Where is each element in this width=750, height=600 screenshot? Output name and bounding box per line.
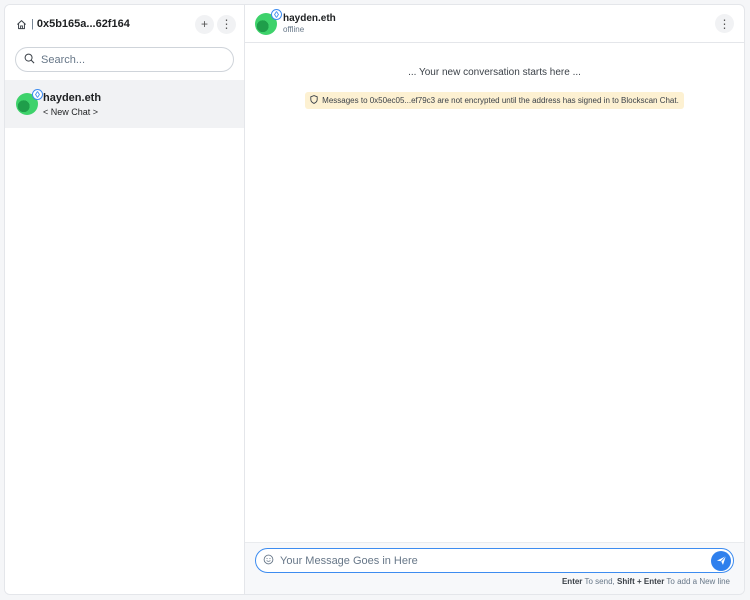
emoji-icon[interactable] (263, 552, 274, 570)
peer-status: offline (283, 25, 305, 34)
ens-badge-icon (271, 8, 282, 20)
sidebar-header: | 0x5b165a...62f164 + ⋮ (5, 5, 244, 43)
peer-info: hayden.eth offline (283, 13, 706, 34)
chat-list-item[interactable]: hayden.eth < New Chat > (5, 80, 244, 128)
peer-avatar (255, 8, 282, 35)
conversation-header: hayden.eth offline ⋮ (245, 5, 744, 43)
shield-icon (310, 95, 318, 106)
search-input[interactable] (41, 53, 225, 66)
sidebar-menu-button[interactable]: ⋮ (217, 14, 236, 34)
search-container (5, 43, 244, 80)
message-input-row (255, 548, 734, 573)
hint-shift-enter-key: Shift + Enter (616, 577, 665, 586)
hint-newline-text: To add a New line (666, 577, 730, 586)
address-separator: | (31, 18, 34, 30)
send-button[interactable] (711, 550, 731, 571)
search-box (15, 47, 234, 72)
hint-send-text: To send, (584, 577, 615, 586)
hint-enter-key: Enter (561, 577, 583, 586)
ens-badge-icon (32, 89, 43, 100)
app-window: | 0x5b165a...62f164 + ⋮ hayden.eth (4, 4, 745, 595)
chat-name: hayden.eth (43, 91, 102, 104)
search-icon (24, 51, 35, 69)
new-chat-button[interactable]: + (195, 14, 214, 34)
message-area: ... Your new conversation starts here ..… (245, 43, 744, 542)
conversation-start-note: ... Your new conversation starts here ..… (408, 67, 581, 78)
message-composer: Enter To send, Shift + Enter To add a Ne… (245, 542, 744, 594)
sidebar: | 0x5b165a...62f164 + ⋮ hayden.eth (5, 5, 245, 594)
conversation-menu-button[interactable]: ⋮ (715, 14, 734, 33)
message-input[interactable] (280, 554, 705, 567)
send-icon (716, 555, 726, 565)
chat-subtitle: < New Chat > (43, 106, 99, 117)
encryption-warning: Messages to 0x50ec05...ef79c3 are not en… (305, 92, 684, 109)
home-icon[interactable] (15, 18, 27, 30)
chat-meta: hayden.eth < New Chat > (43, 92, 101, 117)
conversation-panel: hayden.eth offline ⋮ ... Your new conver… (245, 5, 744, 594)
encryption-warning-text: Messages to 0x50ec05...ef79c3 are not en… (322, 96, 679, 105)
peer-name: hayden.eth (283, 13, 336, 24)
keyboard-hint: Enter To send, Shift + Enter To add a Ne… (255, 577, 734, 586)
wallet-address-text: 0x5b165a...62f164 (36, 18, 130, 30)
wallet-address: | 0x5b165a...62f164 (31, 18, 192, 30)
avatar (16, 89, 43, 115)
